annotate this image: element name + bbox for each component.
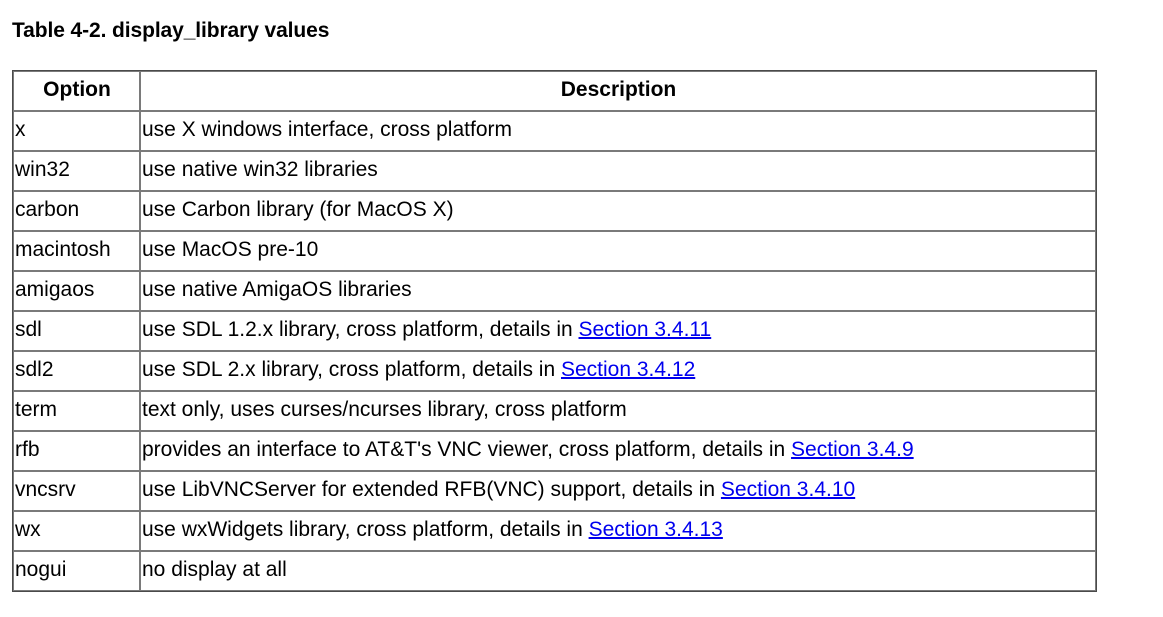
description-text: text only, uses curses/ncurses library, … [142,398,627,421]
table-row: nogui no display at all [13,551,1096,591]
option-cell: rfb [13,431,140,471]
option-cell: term [13,391,140,431]
table-row: amigaos use native AmigaOS libraries [13,271,1096,311]
display-library-values-table: Option Description x use X windows interf… [12,70,1097,592]
description-text: use native win32 libraries [142,158,378,181]
table-row: wx use wxWidgets library, cross platform,… [13,511,1096,551]
section-link[interactable]: Section 3.4.9 [791,438,914,461]
table-row: rfb provides an interface to AT&T's VNC v… [13,431,1096,471]
description-cell: use X windows interface, cross platform [140,111,1096,151]
option-cell: nogui [13,551,140,591]
column-header-option: Option [13,71,140,111]
option-cell: carbon [13,191,140,231]
option-cell: macintosh [13,231,140,271]
option-cell: wx [13,511,140,551]
description-cell: use MacOS pre-10 [140,231,1096,271]
section-link[interactable]: Section 3.4.11 [579,318,712,341]
description-cell: no display at all [140,551,1096,591]
description-cell: use wxWidgets library, cross platform, d… [140,511,1096,551]
table-row: carbon use Carbon library (for MacOS X) [13,191,1096,231]
table-row: macintosh use MacOS pre-10 [13,231,1096,271]
table-row: sdl2 use SDL 2.x library, cross platform,… [13,351,1096,391]
description-text: use SDL 2.x library, cross platform, det… [142,358,561,381]
section-link[interactable]: Section 3.4.10 [721,478,855,501]
option-cell: amigaos [13,271,140,311]
table-body: x use X windows interface, cross platform… [13,111,1096,591]
description-cell: use SDL 2.x library, cross platform, det… [140,351,1096,391]
section-link[interactable]: Section 3.4.12 [561,358,695,381]
table-container: Option Description x use X windows interf… [12,70,1097,592]
description-cell: text only, uses curses/ncurses library, … [140,391,1096,431]
description-text: use Carbon library (for MacOS X) [142,198,454,221]
column-header-description: Description [140,71,1096,111]
description-text: use X windows interface, cross platform [142,118,512,141]
option-cell: sdl2 [13,351,140,391]
description-cell: provides an interface to AT&T's VNC view… [140,431,1096,471]
table-caption: Table 4-2. display_library values [12,19,330,42]
description-cell: use Carbon library (for MacOS X) [140,191,1096,231]
table-row: vncsrv use LibVNCServer for extended RFB(… [13,471,1096,511]
description-text: provides an interface to AT&T's VNC view… [142,438,792,461]
option-cell: x [13,111,140,151]
document-page: Table 4-2. display_library values Option… [0,0,1163,617]
description-cell: use native win32 libraries [140,151,1096,191]
description-cell: use LibVNCServer for extended RFB(VNC) s… [140,471,1096,511]
table-row: x use X windows interface, cross platform [13,111,1096,151]
description-text: use LibVNCServer for extended RFB(VNC) s… [142,478,721,501]
table-header-row: Option Description [13,71,1096,111]
section-link[interactable]: Section 3.4.13 [589,518,723,541]
description-cell: use SDL 1.2.x library, cross platform, d… [140,311,1096,351]
option-cell: vncsrv [13,471,140,511]
table-row: win32 use native win32 libraries [13,151,1096,191]
table-header: Option Description [13,71,1096,111]
description-text: use SDL 1.2.x library, cross platform, d… [142,318,579,341]
table-row: sdl use SDL 1.2.x library, cross platform… [13,311,1096,351]
option-cell: sdl [13,311,140,351]
option-cell: win32 [13,151,140,191]
table-row: term text only, uses curses/ncurses libra… [13,391,1096,431]
description-cell: use native AmigaOS libraries [140,271,1096,311]
description-text: use MacOS pre-10 [142,238,319,261]
description-text: no display at all [142,558,287,581]
description-text: use native AmigaOS libraries [142,278,412,301]
description-text: use wxWidgets library, cross platform, d… [142,518,589,541]
